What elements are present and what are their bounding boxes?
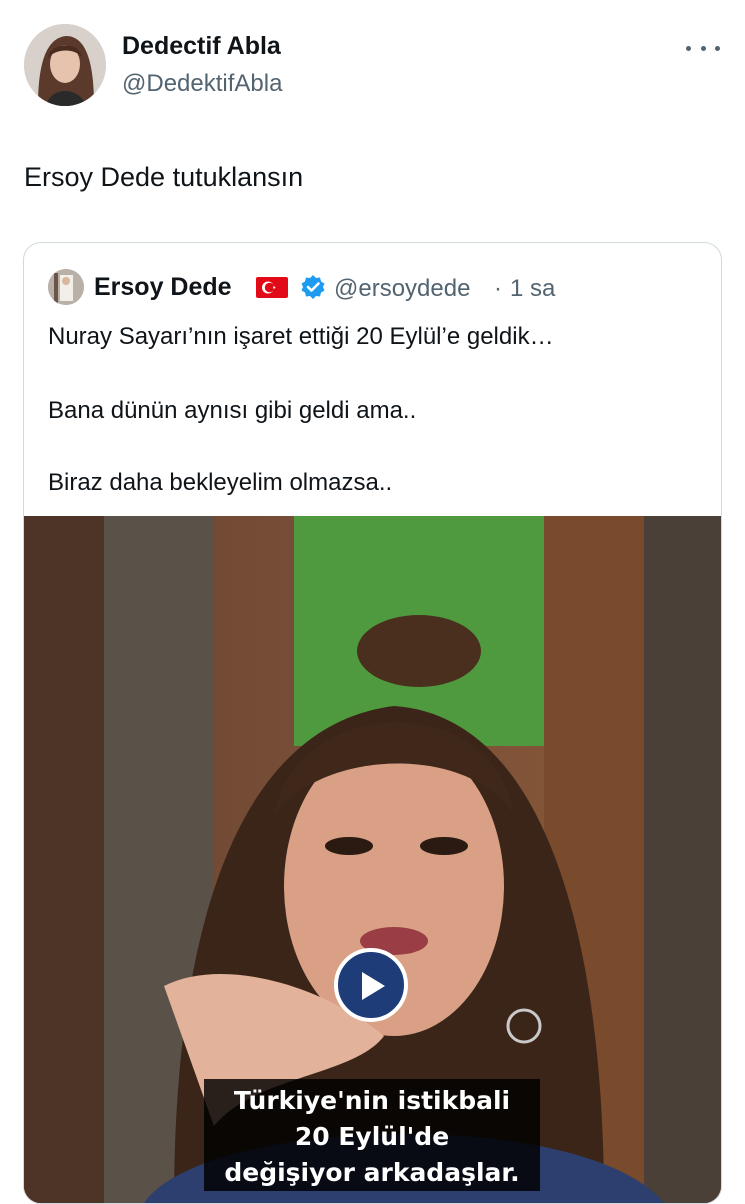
author-handle[interactable]: @DedektifAbla: [122, 70, 282, 98]
caption-line: değişiyor arkadaşlar.: [224, 1158, 520, 1187]
separator-dot: ·: [494, 275, 502, 302]
video-player[interactable]: Türkiye'nin istikbali 20 Eylül'de değişi…: [24, 516, 721, 1203]
play-icon: [362, 972, 385, 1000]
more-horizontal-icon[interactable]: [686, 40, 720, 56]
quoted-text-line: Nuray Sayarı’nın işaret ettiği 20 Eylül’…: [48, 323, 554, 350]
video-caption: Türkiye'nin istikbali 20 Eylül'de değişi…: [204, 1079, 540, 1191]
quoted-tweet-card[interactable]: Ersoy Dede @ersoydede · 1 sa Nuray Sayar…: [23, 242, 722, 1204]
caption-line: 20 Eylül'de: [294, 1122, 450, 1151]
quoted-text-line: Biraz daha bekleyelim olmazsa..: [48, 469, 393, 496]
quoted-timestamp[interactable]: 1 sa: [510, 275, 555, 303]
more-dot: [686, 45, 691, 51]
caption-line: Türkiye'nin istikbali: [233, 1086, 511, 1115]
quoted-author-handle[interactable]: @ersoydede: [334, 275, 470, 303]
author-display-name[interactable]: Dedectif Abla: [122, 32, 281, 61]
more-dot: [715, 45, 720, 51]
turkey-flag-icon: [256, 277, 288, 298]
verified-badge-icon: [300, 274, 326, 300]
quoted-avatar-image: [48, 269, 84, 305]
author-avatar[interactable]: [24, 24, 106, 106]
quoted-author-name[interactable]: Ersoy Dede: [94, 273, 232, 302]
quoted-text-line: Bana dünün aynısı gibi geldi ama..: [48, 397, 417, 424]
avatar-image: [24, 24, 106, 106]
more-dot: [700, 45, 706, 51]
tweet-header: Dedectif Abla @DedektifAbla: [0, 0, 745, 130]
quoted-author-avatar[interactable]: [48, 269, 84, 305]
play-button[interactable]: [334, 948, 408, 1022]
tweet-text: Ersoy Dede tutuklansın: [24, 162, 304, 192]
